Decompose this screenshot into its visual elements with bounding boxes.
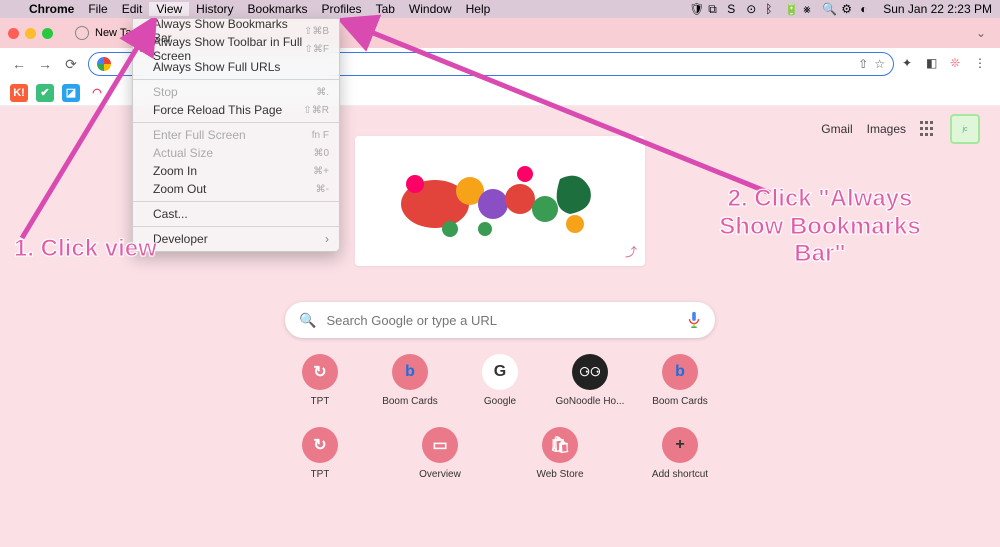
forward-button[interactable]: → <box>36 56 54 72</box>
menu-edit[interactable]: Edit <box>115 2 150 16</box>
back-button[interactable]: ← <box>10 56 28 72</box>
view-menu-item[interactable]: ✓Always Show Toolbar in Full Screen⇧⌘F <box>133 40 339 58</box>
reload-button[interactable]: ⟳ <box>62 56 80 73</box>
search-icon: 🔍 <box>299 312 316 329</box>
shortcut-tile[interactable]: + Add shortcut <box>645 427 715 480</box>
shortcut-label: Google <box>484 396 516 407</box>
menubar-right: 🛡 ⧉ S ⊙ ᛒ 🔋 ⨳ 🔍 ⚙ ◐ Sun Jan 22 2:23 PM <box>689 2 992 16</box>
pink-ext-icon[interactable]: ❊ <box>950 56 966 72</box>
view-menu-dropdown: Always Show Bookmarks Bar⇧⌘B✓Always Show… <box>132 18 340 252</box>
ntp-header: Gmail Images jc <box>821 114 980 144</box>
view-menu-item[interactable]: Zoom In⌘+ <box>133 162 339 180</box>
search-input[interactable] <box>326 313 677 328</box>
profile-avatar[interactable]: jc <box>950 114 980 144</box>
bluetooth-icon[interactable]: ᛒ <box>765 2 779 16</box>
tabstrip-chevron-icon[interactable]: ⌄ <box>970 26 992 40</box>
view-menu-item[interactable]: Zoom Out⌘- <box>133 180 339 198</box>
shortcut-tile[interactable]: ▭ Overview <box>405 427 475 480</box>
shortcut-label: GoNoodle Ho... <box>556 396 625 407</box>
search-icon[interactable]: 🔍 <box>822 2 836 16</box>
macos-menubar: Chrome File Edit View History Bookmarks … <box>0 0 1000 18</box>
view-menu-item[interactable]: Developer› <box>133 230 339 248</box>
minimize-button[interactable] <box>25 28 36 39</box>
bookmark-rainbow[interactable]: ◠ <box>88 84 106 102</box>
menu-history[interactable]: History <box>189 2 240 16</box>
search-bar[interactable]: 🔍 <box>285 302 715 338</box>
shortcut-label: Boom Cards <box>652 396 708 407</box>
status-icon[interactable]: ⊙ <box>746 2 760 16</box>
shortcut-label: Web Store <box>536 469 583 480</box>
view-menu-item: Stop⌘. <box>133 83 339 101</box>
view-menu-item[interactable]: Force Reload This Page⇧⌘R <box>133 101 339 119</box>
bookmark-check[interactable]: ✔ <box>36 84 54 102</box>
control-center-icon[interactable]: ⚙ <box>841 2 855 16</box>
shortcut-label: Overview <box>419 469 461 480</box>
shortcut-label: Boom Cards <box>382 396 438 407</box>
menu-profiles[interactable]: Profiles <box>315 2 369 16</box>
shortcut-tile[interactable]: G Google <box>465 354 535 407</box>
apps-grid-icon[interactable] <box>920 121 936 137</box>
menu-app[interactable]: Chrome <box>22 2 81 16</box>
shortcut-icon: ⚆⚆ <box>572 354 608 390</box>
status-icon[interactable]: ◐ <box>860 2 874 16</box>
share-icon[interactable]: ⇧ <box>858 57 868 71</box>
maximize-button[interactable] <box>42 28 53 39</box>
view-menu-item[interactable]: Always Show Full URLs <box>133 58 339 76</box>
view-menu-item: Enter Full Screenfn F <box>133 126 339 144</box>
menu-view[interactable]: View <box>149 2 189 16</box>
shortcut-tile[interactable]: ↻ TPT <box>285 427 355 480</box>
bookmark-blue[interactable]: ◪ <box>62 84 80 102</box>
gmail-link[interactable]: Gmail <box>821 122 852 136</box>
mic-icon[interactable] <box>687 311 701 329</box>
status-icon[interactable]: S <box>727 2 741 16</box>
close-button[interactable] <box>8 28 19 39</box>
doodle-share-icon[interactable]: ⤴ <box>625 243 637 260</box>
status-icon[interactable]: ⧉ <box>708 2 722 16</box>
shortcut-icon: + <box>662 427 698 463</box>
shortcut-icon: G <box>482 354 518 390</box>
shortcut-tile[interactable]: 🛍 Web Store <box>525 427 595 480</box>
wifi-icon[interactable]: ⨳ <box>803 2 817 16</box>
extensions-icon[interactable]: ✦ <box>902 56 918 72</box>
shortcut-label: TPT <box>311 396 330 407</box>
google-icon <box>97 57 111 71</box>
kebab-menu-icon[interactable]: ⋮ <box>974 56 990 72</box>
images-link[interactable]: Images <box>867 122 906 136</box>
menu-file[interactable]: File <box>81 2 114 16</box>
view-menu-item: Actual Size⌘0 <box>133 144 339 162</box>
bookmark-kahoot[interactable]: K! <box>10 84 28 102</box>
shortcut-label: TPT <box>311 469 330 480</box>
shortcut-icon: ▭ <box>422 427 458 463</box>
window-controls <box>8 28 53 39</box>
shortcut-label: Add shortcut <box>652 469 708 480</box>
clock[interactable]: Sun Jan 22 2:23 PM <box>883 2 992 16</box>
status-icon[interactable]: 🛡 <box>689 2 703 16</box>
battery-icon[interactable]: 🔋 <box>784 2 798 16</box>
menu-window[interactable]: Window <box>402 2 459 16</box>
view-menu-item[interactable]: Cast... <box>133 205 339 223</box>
shortcut-icon: ↻ <box>302 427 338 463</box>
shortcut-icon: b <box>392 354 428 390</box>
bookmark-star-icon[interactable]: ☆ <box>874 57 885 71</box>
shortcut-icon: ↻ <box>302 354 338 390</box>
menu-bookmarks[interactable]: Bookmarks <box>241 2 315 16</box>
shortcut-tile[interactable]: ↻ TPT <box>285 354 355 407</box>
shortcut-tile[interactable]: b Boom Cards <box>645 354 715 407</box>
shortcut-tile[interactable]: b Boom Cards <box>375 354 445 407</box>
google-doodle[interactable]: ⤴ <box>355 136 645 266</box>
menu-tab[interactable]: Tab <box>369 2 402 16</box>
tab-favicon <box>75 26 89 40</box>
shortcut-tile[interactable]: ⚆⚆ GoNoodle Ho... <box>555 354 625 407</box>
shortcut-icon: b <box>662 354 698 390</box>
shortcut-grid: ↻TPTbBoom CardsGGoogle⚆⚆GoNoodle Ho...bB… <box>285 354 715 480</box>
shortcut-icon: 🛍 <box>542 427 578 463</box>
sidepanel-icon[interactable]: ◧ <box>926 56 942 72</box>
menu-help[interactable]: Help <box>459 2 498 16</box>
doodle-image <box>375 149 625 254</box>
